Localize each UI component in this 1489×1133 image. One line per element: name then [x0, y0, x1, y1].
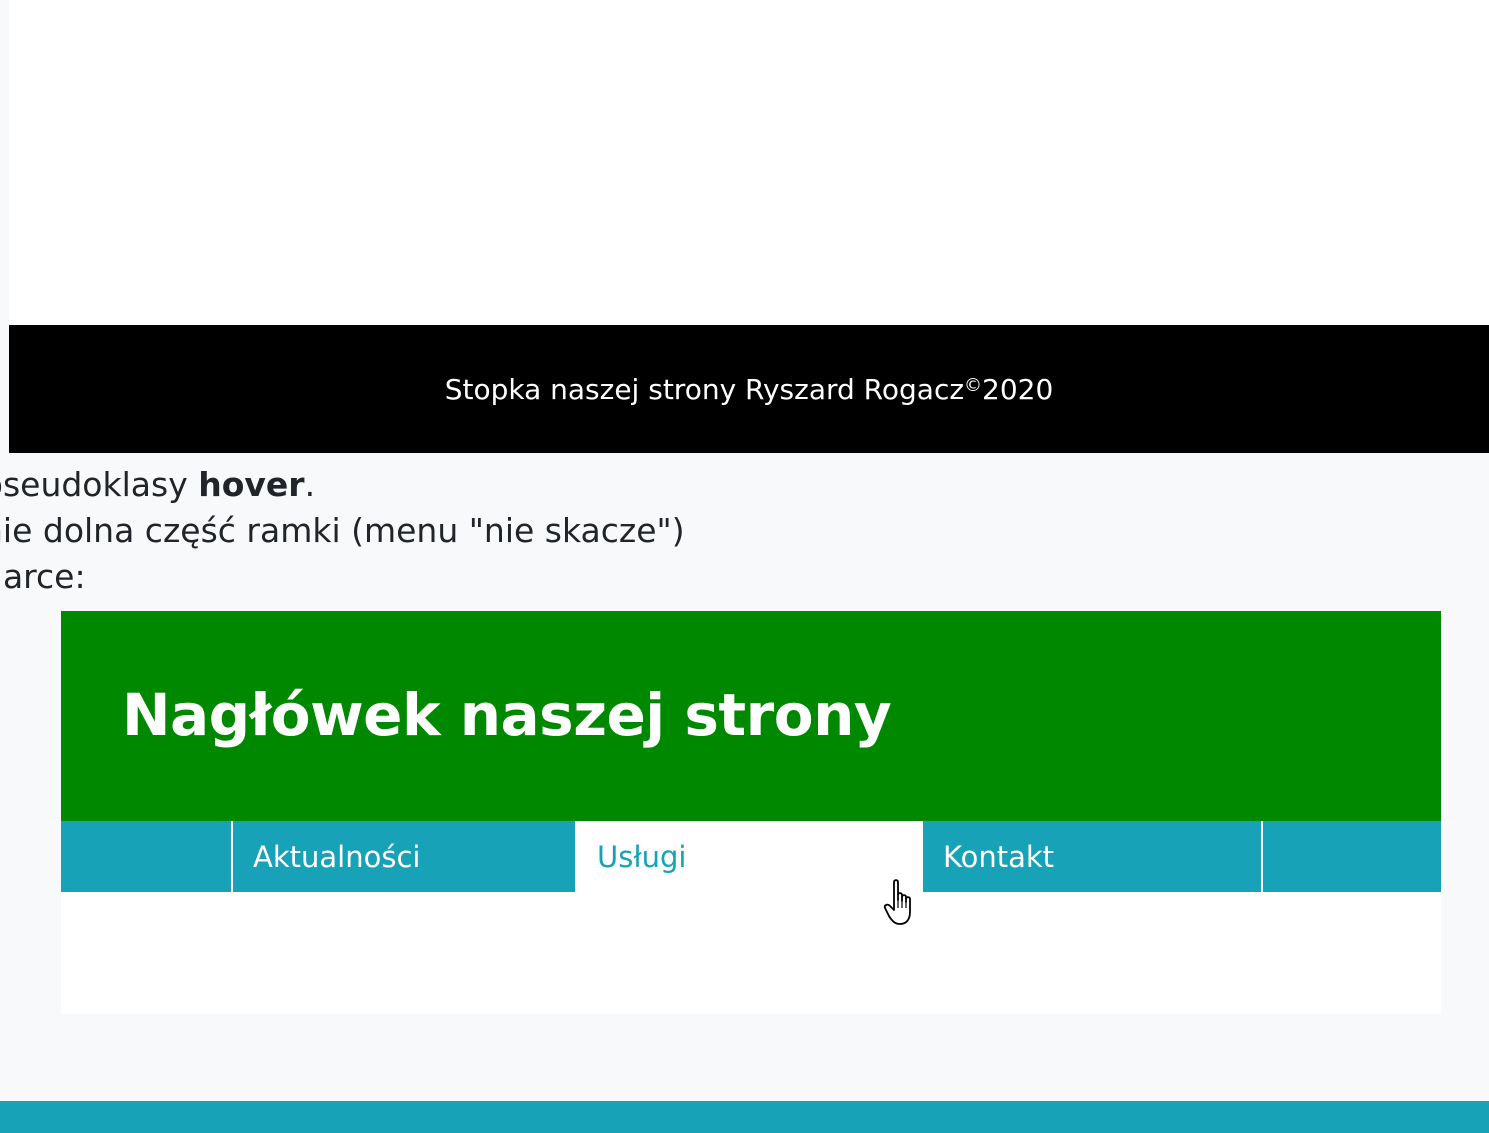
demo-header: Nagłówek naszej strony: [61, 611, 1441, 821]
paragraph-line-2: nie dolna część ramki (menu "nie skacze"…: [0, 511, 685, 550]
nav-item-label: Usługi: [597, 839, 687, 874]
footer-year: 2020: [982, 372, 1054, 406]
nav-item-kontakt[interactable]: Kontakt: [921, 821, 1262, 892]
hand-pointer-icon: [883, 879, 911, 925]
description-paragraph: pseudoklasy hover. nie dolna część ramki…: [0, 462, 685, 600]
demo-page-title: Nagłówek naszej strony: [122, 681, 892, 749]
nav-end-divider: [1261, 821, 1263, 892]
example-frame-body: [9, 0, 1489, 325]
paragraph-line-1: pseudoklasy hover.: [0, 465, 316, 504]
copyright-symbol: ©: [964, 374, 983, 396]
footer-text: Stopka naszej strony Ryszard Rogacz: [444, 372, 965, 406]
example-footer: Stopka naszej strony Ryszard Rogacz © 202…: [9, 325, 1489, 453]
nav-item-aktualnosci[interactable]: Aktualności: [231, 821, 575, 892]
hover-keyword: hover: [198, 465, 305, 504]
nav-item-label: Kontakt: [943, 839, 1055, 874]
bottom-section-bar: [0, 1101, 1489, 1133]
page-root: Stopka naszej strony Ryszard Rogacz © 202…: [0, 0, 1489, 1133]
nav-item-uslugi[interactable]: Usługi: [575, 821, 921, 892]
nav-item-label: Aktualności: [253, 839, 421, 874]
demo-frame: Nagłówek naszej strony Aktualności Usług…: [61, 611, 1441, 1014]
demo-nav-menu: Aktualności Usługi Kontakt: [61, 821, 1441, 892]
paragraph-line-3: darce:: [0, 557, 86, 596]
